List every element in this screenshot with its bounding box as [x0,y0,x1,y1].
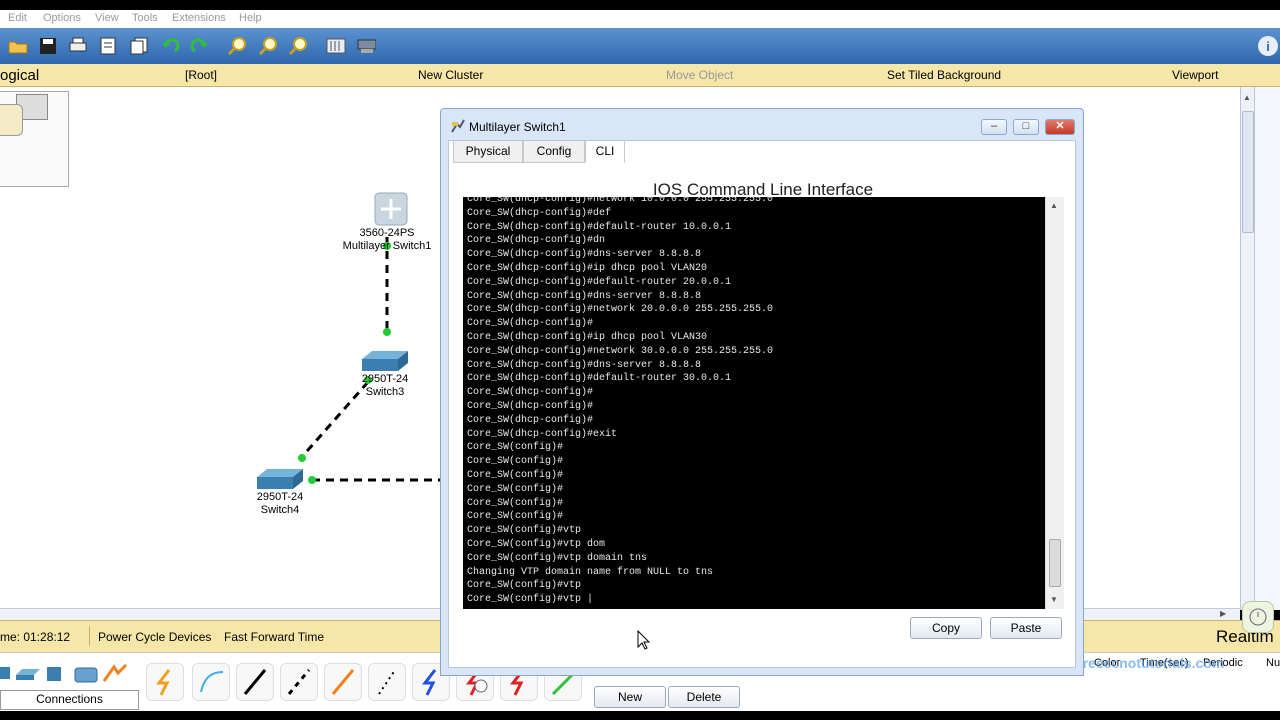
divider [89,626,90,646]
terminal-output: Core_SW(dhcp-config)#network 10.0.0.0 25… [467,197,774,606]
terminal-scrollbar[interactable]: ▲ ▼ [1045,197,1064,609]
undo-icon[interactable] [160,36,180,56]
activity-wizard-icon[interactable] [98,36,118,56]
num-column-header: Nu [1266,657,1280,669]
palette-icon[interactable] [326,36,346,56]
device-name: Switch4 [260,504,300,516]
power-cycle-devices-button[interactable]: Power Cycle Devices [98,630,211,644]
auto-connection-icon[interactable] [146,663,184,701]
viewport-button[interactable]: Viewport [1172,68,1218,82]
tab-physical[interactable]: Physical [453,141,523,163]
menu-help[interactable]: Help [239,12,262,24]
menu-bar: Edit Options View Tools Extensions Help [0,10,1280,28]
custom-device-icon[interactable] [356,36,376,56]
close-button[interactable]: ✕ [1045,119,1075,135]
delete-scenario-button[interactable]: Delete [668,686,740,708]
copy-button[interactable]: Copy [910,617,982,639]
phone-cable-icon[interactable] [368,663,406,701]
fast-forward-time-button[interactable]: Fast Forward Time [224,630,324,644]
main-toolbar: i [0,28,1280,64]
scroll-thumb[interactable] [1242,111,1254,233]
switch3-icon[interactable] [360,349,410,373]
set-tiled-background-button[interactable]: Set Tiled Background [887,68,1001,82]
device-model: 2950T-24 [256,491,304,503]
device-config-window: Multilayer Switch1 ‒ □ ✕ Physical Config… [440,108,1084,676]
info-icon[interactable]: i [1258,36,1278,56]
new-cluster-button[interactable]: New Cluster [418,68,483,82]
maximize-button[interactable]: □ [1013,119,1039,135]
scroll-down-icon[interactable]: ▼ [1050,595,1058,604]
connections-category[interactable]: Connections [0,690,139,710]
menu-edit[interactable]: Edit [8,12,27,24]
minimize-button[interactable]: ‒ [981,119,1007,135]
multilayer-switch-label: 3560-24PS Multilayer Switch1 [336,227,438,253]
console-cable-icon[interactable] [192,663,230,701]
menu-tools[interactable]: Tools [132,12,158,24]
right-tool-panel [1254,87,1280,610]
save-icon[interactable] [38,36,58,56]
logical-mode-label: ogical [0,67,40,84]
paste-button[interactable]: Paste [990,617,1062,639]
scroll-up-icon[interactable]: ▲ [1243,93,1251,102]
fiber-cable-icon[interactable] [324,663,362,701]
switch4-icon[interactable] [255,467,305,491]
multilayer-switch-icon[interactable] [373,189,409,229]
time-display: me: 01:28:12 [0,630,71,644]
menu-extensions[interactable]: Extensions [172,12,226,24]
new-scenario-button[interactable]: New [594,686,666,708]
window-body: Physical Config CLI IOS Command Line Int… [448,140,1076,668]
device-name: Switch3 [365,386,405,398]
zoom-in-icon[interactable] [227,36,247,56]
mouse-cursor-icon [637,629,651,650]
redo-icon[interactable] [190,36,210,56]
vertical-scrollbar[interactable]: ▲ [1240,87,1255,610]
zoom-reset-icon[interactable] [258,36,278,56]
scroll-thumb[interactable] [1049,539,1061,587]
watermark-text: freeccnotutorials.com [1078,655,1225,671]
device-model: 2950T-24 [361,373,409,385]
copy-icon[interactable] [129,36,149,56]
open-folder-icon[interactable] [8,36,28,56]
device-window-icon [451,119,465,133]
print-icon[interactable] [68,36,88,56]
zoom-out-icon[interactable] [288,36,308,56]
switch3-label: 2950T-24 Switch3 [355,373,415,399]
tab-cli[interactable]: CLI [585,141,625,163]
window-title: Multilayer Switch1 [469,120,566,134]
cli-terminal[interactable]: Core_SW(dhcp-config)#network 10.0.0.0 25… [463,197,1045,609]
realtime-clock-icon[interactable] [1242,601,1274,633]
switch4-label: 2950T-24 Switch4 [250,491,310,517]
scroll-up-icon[interactable]: ▲ [1050,201,1058,210]
device-model: 3560-24PS [359,227,415,239]
tab-config[interactable]: Config [523,141,585,163]
device-name: Multilayer Switch1 [342,240,432,252]
move-object-button[interactable]: Move Object [666,68,733,82]
menu-view[interactable]: View [95,12,119,24]
scroll-right-icon[interactable]: ▶ [1220,609,1226,618]
root-button[interactable]: [Root] [185,68,217,82]
logical-workspace-bar: ogical [Root] New Cluster Move Object Se… [0,64,1280,87]
menu-options[interactable]: Options [43,12,81,24]
device-categories [0,663,140,687]
crossover-cable-icon[interactable] [280,663,318,701]
straight-through-cable-icon[interactable] [236,663,274,701]
